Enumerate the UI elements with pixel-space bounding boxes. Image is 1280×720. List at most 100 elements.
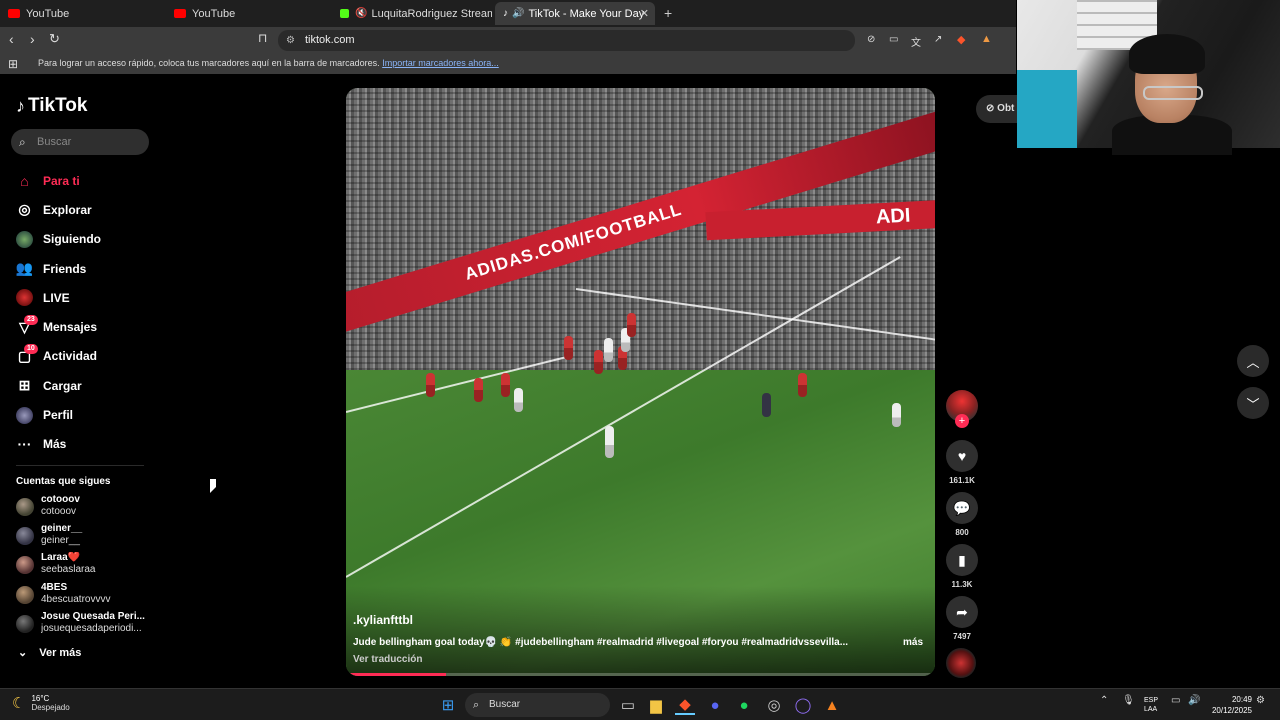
- sidebar-item-siguiendo[interactable]: Siguiendo: [16, 225, 156, 254]
- translate-button[interactable]: Ver traducción: [353, 654, 422, 665]
- account-username: cotooov: [41, 506, 77, 517]
- follow-plus-icon[interactable]: +: [955, 414, 969, 428]
- player: [594, 350, 603, 374]
- sidebar-item-mensajes[interactable]: ▽ 23 Mensajes: [16, 312, 156, 341]
- account-username: geiner__: [41, 535, 80, 546]
- bookmark-icon[interactable]: ⊓: [258, 31, 267, 45]
- sidebar-item-para-ti[interactable]: ⌂ Para ti: [16, 166, 156, 195]
- next-video-button[interactable]: ﹀: [1237, 387, 1269, 419]
- ad-board-right-text: ADI: [875, 204, 911, 229]
- tray-expand-icon[interactable]: ⌃: [1100, 695, 1108, 706]
- notifications-icon[interactable]: ⚙: [1256, 695, 1265, 706]
- no-reader-icon[interactable]: ⊘: [867, 34, 875, 45]
- comment-button[interactable]: 💬: [946, 492, 978, 524]
- following-account[interactable]: geiner__ geiner__: [16, 523, 156, 548]
- music-disc-icon[interactable]: [946, 648, 976, 678]
- player: [762, 393, 771, 417]
- import-bookmarks-link[interactable]: Importar marcadores ahora...: [382, 58, 499, 68]
- friends-icon: 👥: [15, 260, 34, 277]
- following-account[interactable]: cotooov cotooov: [16, 494, 156, 519]
- weather-widget[interactable]: ☾ 16°C Despejado: [12, 694, 70, 712]
- tiktok-logo[interactable]: ♪ TikTok: [16, 95, 87, 117]
- like-count: 161.1K: [949, 476, 975, 485]
- sidebar-item-label: Actividad: [43, 349, 98, 364]
- player: [798, 373, 807, 397]
- apps-grid-icon[interactable]: ⊞: [8, 57, 18, 71]
- video-player[interactable]: ADIDAS.COM/FOOTBALL ADI .kylianfttbl Jud…: [346, 88, 935, 676]
- following-account[interactable]: Josue Quesada Peri... josuequesadaperiod…: [16, 611, 156, 636]
- microphone-icon[interactable]: 🎙: [1122, 695, 1135, 706]
- share-icon[interactable]: ↗: [934, 34, 942, 45]
- volume-icon[interactable]: 🔊: [1188, 695, 1200, 706]
- chevron-down-icon: ⌄: [18, 647, 28, 659]
- like-button[interactable]: ♥: [946, 440, 978, 472]
- network-icon[interactable]: ▭: [1171, 695, 1180, 706]
- app-a-icon[interactable]: ▲: [822, 695, 842, 715]
- brave-shield-icon[interactable]: ◆: [957, 33, 965, 46]
- see-more-label: Ver más: [39, 646, 82, 659]
- youtube-favicon-icon: [8, 9, 20, 18]
- sidebar-item-cargar[interactable]: ⊞ Cargar: [16, 371, 156, 400]
- clock-time: 20:49: [1231, 695, 1252, 704]
- caption-more-button[interactable]: más: [903, 637, 923, 648]
- app-circle-icon[interactable]: ◯: [793, 695, 813, 715]
- share-button[interactable]: ➦: [946, 596, 978, 628]
- tab-youtube-1[interactable]: YouTube: [0, 2, 165, 25]
- sidebar-item-live[interactable]: LIVE: [16, 283, 156, 312]
- player: [564, 336, 573, 360]
- video-author[interactable]: .kylianfttbl: [353, 613, 413, 627]
- account-name: Josue Quesada Peri...: [41, 611, 145, 622]
- search-input[interactable]: ⌕ Buscar: [11, 129, 149, 155]
- tab-title: LuquitaRodriguez Stream - Watc: [371, 7, 492, 20]
- tab-title: TikTok - Make Your Day: [528, 7, 645, 20]
- close-tab-icon[interactable]: ✕: [640, 7, 649, 20]
- sidebar-item-perfil[interactable]: Perfil: [16, 400, 156, 429]
- new-tab-icon[interactable]: +: [664, 5, 672, 21]
- tab-kick-stream[interactable]: 🔇 LuquitaRodriguez Stream - Watc: [332, 2, 492, 25]
- see-more-button[interactable]: ⌄ Ver más: [18, 646, 82, 660]
- screen-icon[interactable]: ▭: [889, 34, 898, 45]
- sidebar-item-label: Siguiendo: [43, 232, 101, 247]
- following-account[interactable]: 4BES 4bescuatrovvvv: [16, 582, 156, 607]
- avatar: [16, 556, 34, 574]
- tab-tiktok[interactable]: ♪ 🔊 TikTok - Make Your Day ✕: [495, 2, 655, 25]
- forward-icon[interactable]: ›: [30, 31, 35, 47]
- activity-icon: ▢ 10: [16, 343, 38, 365]
- webcam-glasses: [1143, 86, 1203, 100]
- reload-icon[interactable]: ↻: [49, 31, 60, 47]
- webcam-background: [1017, 70, 1077, 148]
- video-progress-bar[interactable]: [346, 673, 935, 676]
- tab-youtube-2[interactable]: YouTube: [166, 2, 331, 25]
- video-progress-fill: [346, 673, 447, 676]
- sidebar-item-friends[interactable]: 👥 Friends: [16, 254, 156, 283]
- sidebar-item-label: Perfil: [43, 408, 74, 423]
- comment-icon: 💬: [953, 499, 971, 516]
- address-bar[interactable]: ⚙ tiktok.com: [278, 30, 855, 51]
- following-account[interactable]: Laraa❤️ seebaslaraa: [16, 552, 156, 577]
- file-explorer-icon[interactable]: ▆: [646, 695, 666, 715]
- taskbar-search[interactable]: ⌕ Buscar: [465, 693, 610, 717]
- windows-start-icon[interactable]: ⊞: [438, 695, 458, 715]
- sidebar-item-actividad[interactable]: ▢ 10 Actividad: [16, 342, 156, 371]
- account-name: geiner__: [41, 523, 83, 534]
- app-icon: ⊘: [986, 103, 998, 114]
- task-view-icon[interactable]: ▭: [618, 695, 638, 715]
- compass-icon: ◎: [18, 201, 31, 218]
- translate-icon[interactable]: 文: [911, 34, 921, 49]
- avatar: [16, 615, 34, 633]
- brave-browser-icon[interactable]: ◆: [675, 695, 695, 715]
- obs-icon[interactable]: ◎: [764, 695, 784, 715]
- browser-navbar: ‹ › ↻ ⊓ ⚙ tiktok.com ⊘ ▭ 文 ↗ ◆ ▲: [0, 27, 1016, 54]
- discord-icon[interactable]: ●: [705, 695, 725, 715]
- system-clock[interactable]: 20:49 20/12/2025: [1208, 694, 1252, 716]
- brave-rewards-icon[interactable]: ▲: [981, 33, 992, 45]
- spotify-icon[interactable]: ●: [734, 695, 754, 715]
- sidebar-item-explorar[interactable]: ◎ Explorar: [16, 195, 156, 224]
- language-indicator[interactable]: ESP LAA: [1144, 696, 1158, 714]
- previous-video-button[interactable]: ︿: [1237, 345, 1269, 377]
- site-info-icon[interactable]: ⚙: [286, 30, 295, 51]
- save-button[interactable]: ▮: [946, 544, 978, 576]
- sidebar-item-mas[interactable]: ··· Más: [16, 430, 156, 459]
- back-icon[interactable]: ‹: [9, 31, 14, 47]
- player: [605, 426, 614, 458]
